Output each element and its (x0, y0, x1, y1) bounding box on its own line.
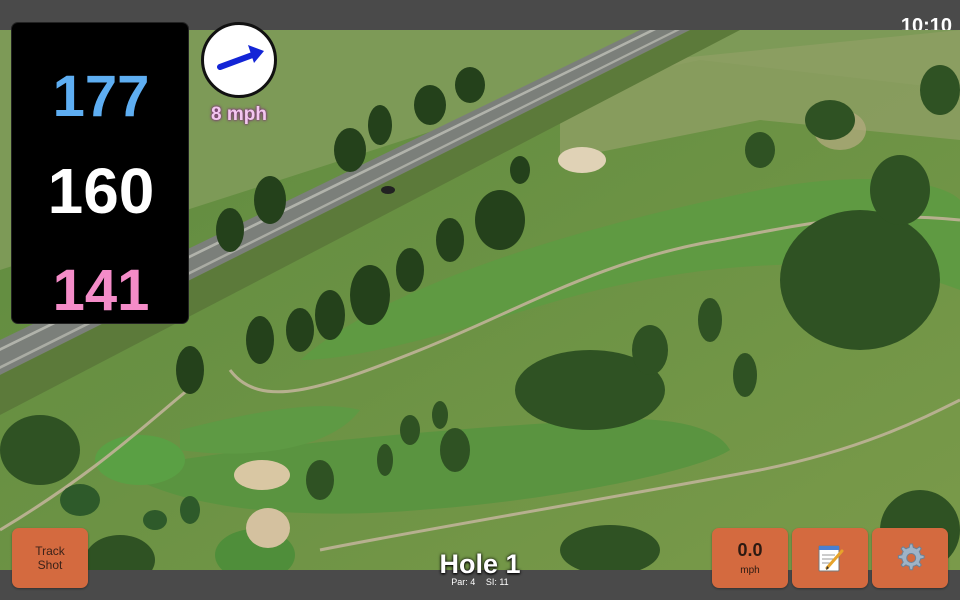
wind-speed-unit: mph (740, 565, 760, 576)
track-shot-label-line1: Track (35, 544, 65, 558)
wind-speed-button[interactable]: 0.0 mph (712, 528, 788, 588)
track-shot-label-line2: Shot (37, 558, 63, 572)
gear-icon (897, 543, 925, 571)
hole-details: Par: 4 SI: 11 (380, 577, 580, 587)
notes-button[interactable] (792, 528, 868, 588)
track-shot-button[interactable]: Track Shot (12, 528, 88, 588)
distance-panel: 177 160 141 (11, 22, 189, 324)
middle-distance: 160 (47, 155, 155, 227)
wind-speed-value: 0.0 (737, 540, 763, 560)
notepad-icon (818, 545, 844, 572)
settings-button[interactable] (872, 528, 948, 588)
hole-par: Par: 4 (451, 577, 476, 587)
back-distance: 177 (52, 64, 150, 129)
hole-stroke-index: SI: 11 (485, 577, 509, 587)
hole-title: Hole 1 (439, 549, 521, 579)
wind-direction-dial (201, 22, 277, 98)
front-distance: 141 (52, 258, 150, 323)
arrow-northeast-icon (217, 45, 264, 70)
wind-speed-label: 8 mph (211, 104, 267, 125)
